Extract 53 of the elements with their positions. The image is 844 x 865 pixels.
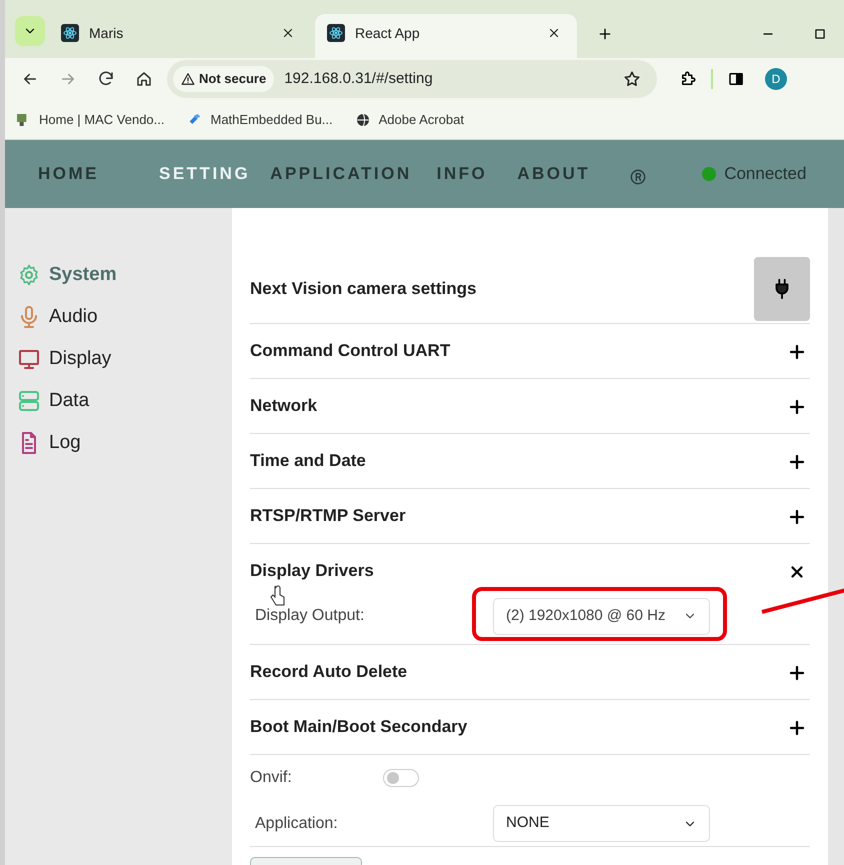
section-title: Next Vision camera settings <box>250 278 476 300</box>
select-field[interactable]: (2) 1920x1080 @ 60 Hz <box>493 598 710 634</box>
nav-link[interactable]: APPLICATION <box>270 161 412 187</box>
plus-icon <box>788 508 806 526</box>
nav-link[interactable]: INFO <box>436 161 488 187</box>
plus-icon <box>788 398 806 416</box>
star-icon[interactable] <box>623 70 641 88</box>
section-title: Network <box>250 395 318 418</box>
sidebar-item[interactable]: Log <box>17 422 81 464</box>
react-icon <box>62 25 78 41</box>
security-chip[interactable]: Not secure <box>173 66 274 92</box>
section-title: Command Control UART <box>250 340 450 362</box>
bookmark[interactable]: Home | MAC Vendo... <box>15 110 164 130</box>
status-text: Connected <box>724 163 806 186</box>
plus-icon <box>788 343 806 362</box>
puzzle-icon <box>679 70 697 88</box>
section-title: Time and Date <box>250 450 366 472</box>
section-title: Display Drivers <box>250 560 374 582</box>
plus-icon <box>788 453 806 472</box>
close-icon[interactable] <box>547 26 561 40</box>
field-label: Application: <box>254 814 339 834</box>
plus-icon <box>788 664 806 682</box>
bookmark[interactable]: MathEmbedded Bu... <box>186 110 333 130</box>
close-icon[interactable] <box>281 26 295 40</box>
field-label: Onvif: <box>250 768 293 788</box>
nav-link[interactable]: HOME <box>38 161 99 187</box>
plus-icon <box>788 719 806 738</box>
sidebar-item[interactable]: System <box>17 254 117 296</box>
connect-button[interactable] <box>754 256 810 320</box>
sidebar-item[interactable]: Audio <box>17 296 98 338</box>
section-title: RTSP/RTMP Server <box>250 505 406 528</box>
cursor-icon <box>270 584 286 607</box>
warning-icon <box>181 72 195 86</box>
section-title: Boot Main/Boot Secondary <box>250 716 468 738</box>
react-icon <box>328 25 344 41</box>
maximize-icon <box>813 27 827 41</box>
sidebar-item[interactable]: Data <box>17 380 90 422</box>
sidebar-item[interactable]: Display <box>17 338 112 380</box>
field-label: Display Output: <box>254 606 366 626</box>
browser-tab[interactable]: React App <box>315 14 577 58</box>
nav-link[interactable]: ABOUT <box>517 161 590 187</box>
browser-tab[interactable]: Maris <box>49 14 311 58</box>
select-field[interactable]: NONE <box>493 805 710 842</box>
profile-avatar[interactable]: D <box>765 68 787 90</box>
home-icon <box>135 70 153 88</box>
section-title: Record Auto Delete <box>250 661 408 684</box>
side-panel-icon <box>727 70 745 88</box>
onvif-toggle[interactable] <box>383 769 419 787</box>
plus-icon <box>597 26 613 42</box>
address-bar[interactable]: Not secure 192.168.0.31/#/setting <box>167 60 657 98</box>
bookmark[interactable]: Adobe Acrobat <box>354 110 464 130</box>
reload-icon <box>97 70 115 88</box>
globe-icon <box>354 112 371 128</box>
